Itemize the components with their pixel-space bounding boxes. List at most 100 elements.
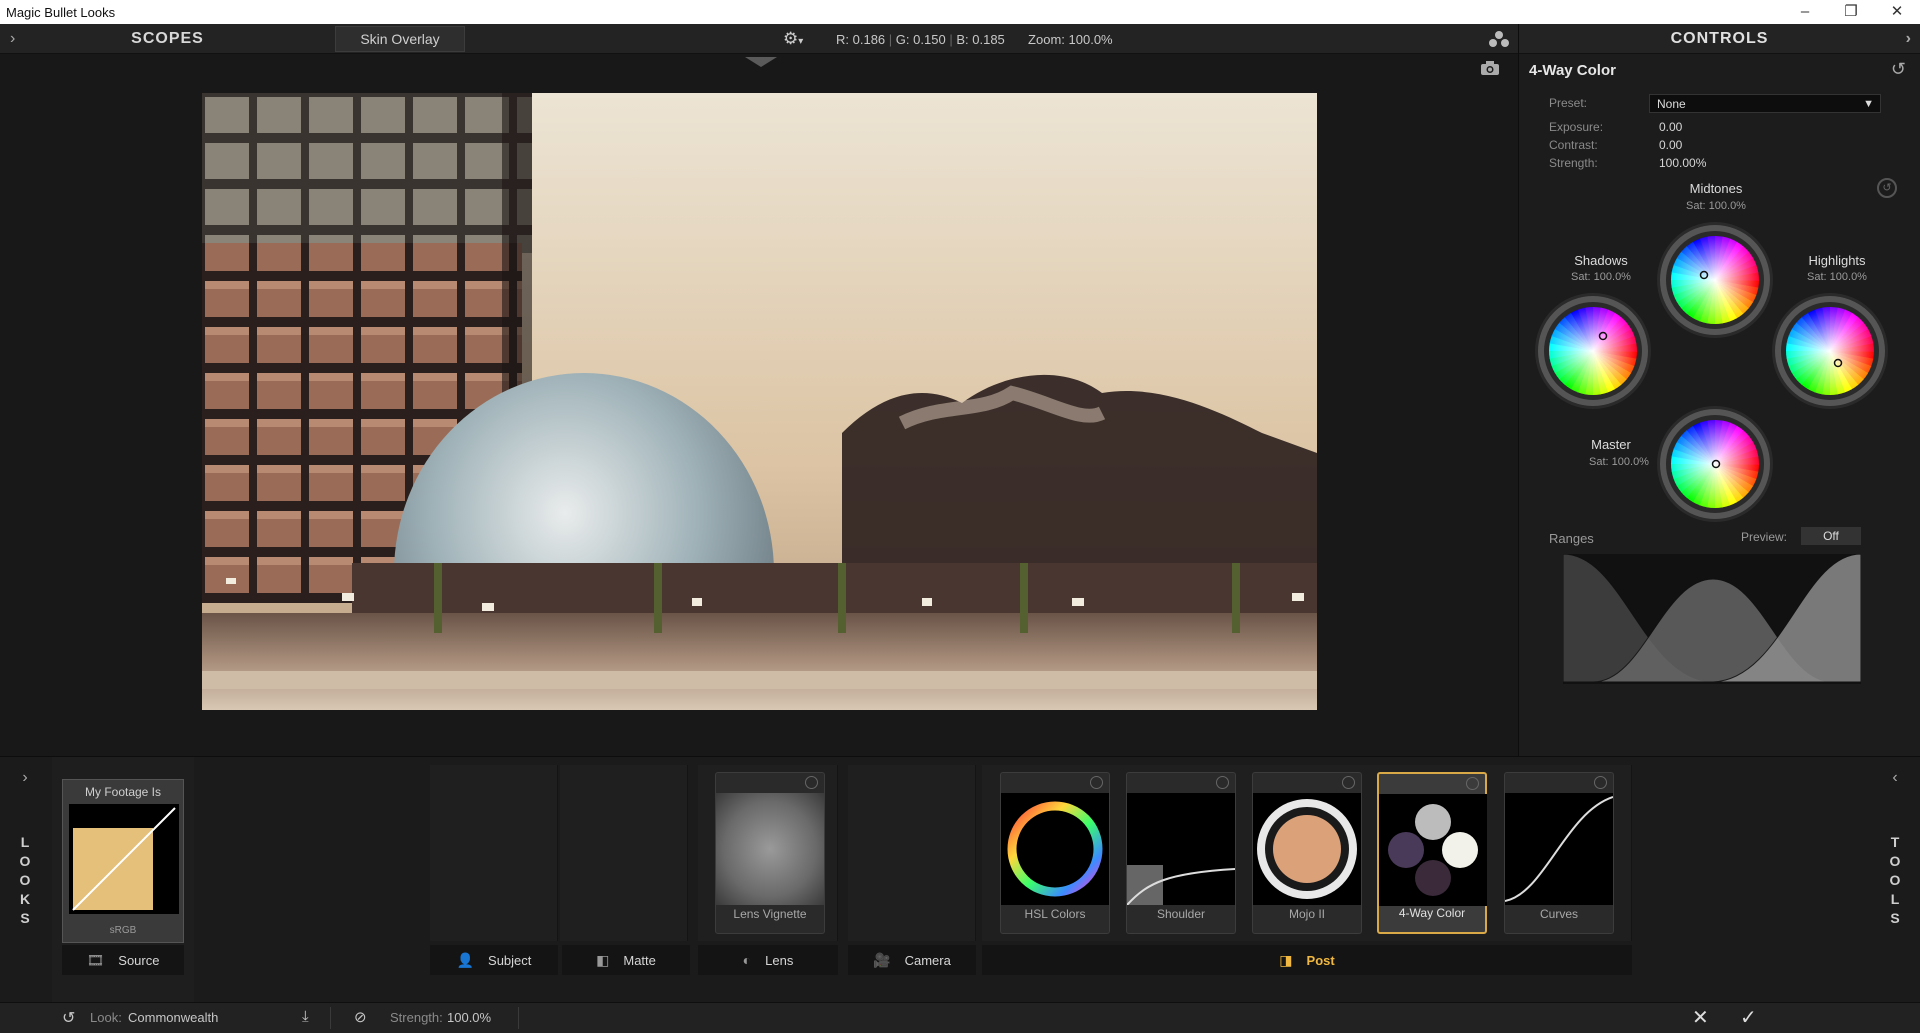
category-post[interactable]: ◨ Post	[982, 945, 1632, 975]
bypass-icon[interactable]	[1466, 777, 1479, 790]
tools-tab-label[interactable]: TOOLS	[1888, 833, 1902, 928]
preset-dropdown[interactable]: None ▼	[1649, 94, 1881, 113]
camera-slot[interactable]	[848, 765, 976, 941]
highlights-label: Highlights	[1808, 253, 1866, 268]
category-camera[interactable]: 🎥 Camera	[848, 945, 976, 975]
snapshot-camera-icon[interactable]	[1480, 60, 1500, 76]
post-icon: ◨	[1279, 951, 1293, 968]
r-label: R:	[836, 32, 849, 47]
tool-shoulder[interactable]: Shoulder	[1126, 772, 1236, 934]
zoom-value: 100.0%	[1068, 32, 1113, 47]
save-look-icon[interactable]: ⤓	[302, 1008, 309, 1025]
film-strip-icon: 🎞	[86, 951, 105, 968]
minimize-button[interactable]: –	[1782, 0, 1828, 24]
preset-label: Preset:	[1549, 96, 1588, 110]
tool-4-way-color[interactable]: 4-Way Color	[1377, 772, 1487, 934]
r-value: 0.186	[852, 32, 886, 47]
midtones-sat[interactable]: Sat: 100.0%	[1661, 200, 1771, 212]
four-way-color-label: 4-Way Color	[1398, 906, 1466, 920]
category-matte-label: Matte	[623, 952, 656, 968]
bypass-icon[interactable]	[805, 776, 818, 789]
collapse-controls-chevron-icon[interactable]: ›	[1906, 30, 1912, 48]
category-source[interactable]: 🎞 Source	[62, 945, 184, 975]
tools-side-tab[interactable]: ‹ TOOLS	[1870, 757, 1920, 1003]
b-value: 0.185	[972, 32, 1005, 47]
look-name[interactable]: Commonwealth	[128, 1010, 218, 1025]
category-source-label: Source	[118, 952, 160, 968]
contrast-value[interactable]: 0.00	[1659, 138, 1682, 152]
scopes-button[interactable]: SCOPES	[0, 24, 335, 54]
midtones-color-wheel[interactable]	[1655, 220, 1775, 340]
apply-check-icon[interactable]: ✓	[1740, 1005, 1757, 1030]
shadows-color-wheel[interactable]	[1533, 291, 1653, 411]
preview-image-graphic	[202, 93, 1317, 710]
controls-title: CONTROLS	[1670, 29, 1769, 47]
bypass-icon[interactable]	[1216, 776, 1229, 789]
mojo-label: Mojo II	[1288, 907, 1325, 921]
ranges-graph[interactable]	[1563, 554, 1861, 684]
bypass-all-icon[interactable]: ⊘	[354, 1008, 367, 1026]
tool-curves[interactable]: Curves	[1504, 772, 1614, 934]
camera-icon: 🎥	[873, 951, 891, 968]
strength-label: Strength:	[390, 1010, 443, 1025]
strength-label: Strength:	[1549, 156, 1598, 170]
g-label: G:	[895, 32, 910, 47]
highlights-sat[interactable]: Sat: 100.0%	[1782, 271, 1892, 283]
hsl-colors-label: HSL Colors	[1024, 907, 1086, 921]
color-wheel-graphic	[1657, 222, 1773, 338]
expand-tools-chevron-icon[interactable]: ‹	[1892, 769, 1897, 787]
person-icon: 👤	[456, 951, 475, 968]
color-wheel-graphic	[1535, 293, 1651, 409]
color-wheel-graphic	[1657, 406, 1773, 522]
category-post-label: Post	[1306, 952, 1335, 968]
undo-icon[interactable]: ↺	[62, 1008, 75, 1028]
tool-hsl-colors[interactable]: HSL Colors	[1000, 772, 1110, 934]
strength-value[interactable]: 100.0%	[447, 1010, 491, 1025]
g-value: 0.150	[913, 32, 946, 47]
category-subject[interactable]: 👤 Subject	[430, 945, 558, 975]
shadows-label: Shadows	[1574, 253, 1628, 268]
bypass-icon[interactable]	[1342, 776, 1355, 789]
matte-slot[interactable]	[560, 765, 688, 941]
exposure-value[interactable]: 0.00	[1659, 120, 1682, 134]
category-subject-label: Subject	[488, 952, 532, 968]
close-window-button[interactable]: ✕	[1874, 0, 1920, 24]
looks-side-tab[interactable]: › LOOKS	[0, 757, 50, 1003]
source-card[interactable]: My Footage Is sRGB	[62, 779, 184, 943]
source-color-space: sRGB	[109, 925, 137, 936]
tool-lens-vignette[interactable]: Lens Vignette	[715, 772, 825, 934]
maximize-button[interactable]: ❐	[1828, 0, 1874, 24]
tool-mojo[interactable]: Mojo II	[1252, 772, 1362, 934]
wheels-reset-icon[interactable]: ↺	[1877, 178, 1897, 198]
lens-vignette-thumb	[716, 793, 824, 905]
master-color-wheel[interactable]	[1655, 404, 1775, 524]
bypass-icon[interactable]	[1090, 776, 1103, 789]
pixel-readout: R: 0.186 | G: 0.150 | B: 0.185 Zoom: 100…	[836, 32, 1113, 47]
zoom-label: Zoom:	[1028, 32, 1065, 47]
window-title: Magic Bullet Looks	[6, 4, 116, 20]
b-label: B:	[956, 32, 969, 47]
category-camera-label: Camera	[904, 952, 951, 968]
reset-tool-icon[interactable]: ↺	[1891, 59, 1906, 80]
bypass-icon[interactable]	[1594, 776, 1607, 789]
looks-tools-strip: › LOOKS My Footage Is sRGB 🎞 Source Lens…	[0, 756, 1920, 1003]
divider	[518, 1007, 519, 1029]
shadows-sat[interactable]: Sat: 100.0%	[1546, 271, 1656, 283]
preview-toggle[interactable]: Off	[1801, 527, 1861, 545]
strength-value[interactable]: 100.00%	[1659, 156, 1706, 170]
category-matte[interactable]: ◧ Matte	[562, 945, 690, 975]
looks-tab-label[interactable]: LOOKS	[18, 833, 32, 928]
category-lens-label: Lens	[765, 952, 794, 968]
cancel-x-icon[interactable]: ✕	[1692, 1005, 1709, 1030]
ranges-label: Ranges	[1549, 531, 1594, 546]
subject-slot[interactable]	[430, 765, 558, 941]
preset-value: None	[1657, 97, 1686, 111]
expand-looks-chevron-icon[interactable]: ›	[22, 769, 27, 787]
nodes-icon[interactable]	[1488, 30, 1510, 48]
toolbar-dropdown-arrow-icon[interactable]	[745, 57, 777, 67]
skin-overlay-button[interactable]: Skin Overlay	[335, 26, 465, 52]
settings-gear-icon[interactable]: ⚙▾	[783, 29, 803, 49]
category-lens[interactable]: ◐ Lens	[698, 945, 838, 975]
image-viewer[interactable]	[0, 54, 1518, 756]
highlights-color-wheel[interactable]	[1770, 291, 1890, 411]
